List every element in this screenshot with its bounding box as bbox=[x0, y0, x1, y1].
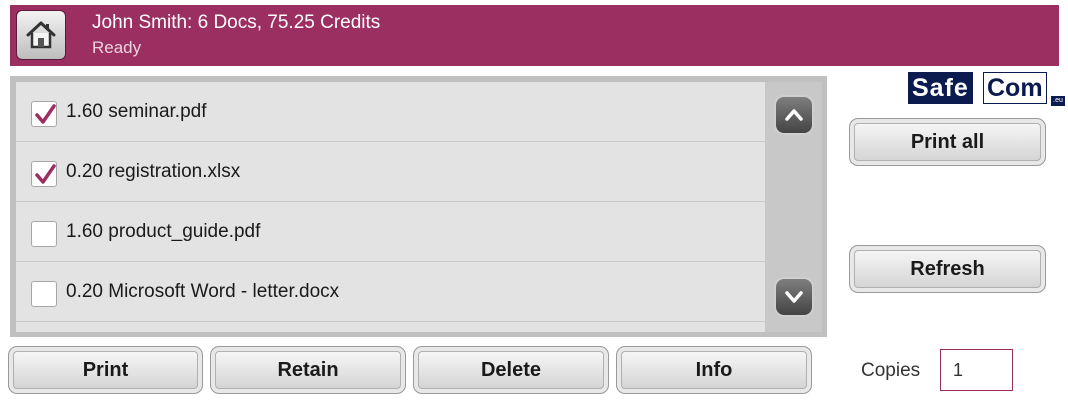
print-button[interactable]: Print bbox=[8, 346, 203, 394]
document-checkbox[interactable] bbox=[31, 161, 57, 187]
document-list: 1.60 seminar.pdf 0.20 registration.xlsx bbox=[16, 82, 765, 332]
scrollbar[interactable] bbox=[765, 82, 822, 332]
retain-button[interactable]: Retain bbox=[210, 346, 406, 394]
document-checkbox[interactable] bbox=[31, 101, 57, 127]
logo-com-text: Com bbox=[983, 72, 1047, 104]
document-label: 0.20 registration.xlsx bbox=[66, 161, 241, 182]
print-all-button[interactable]: Print all bbox=[849, 118, 1046, 166]
user-summary-title: John Smith: 6 Docs, 75.25 Credits bbox=[92, 12, 381, 33]
header-bar: John Smith: 6 Docs, 75.25 Credits Ready bbox=[10, 5, 1059, 66]
copies-label: Copies bbox=[861, 360, 921, 381]
logo-safe-text: Safe bbox=[908, 72, 973, 104]
document-label: 1.60 seminar.pdf bbox=[66, 101, 207, 122]
document-row[interactable]: 1.60 product_guide.pdf bbox=[16, 202, 765, 262]
document-row[interactable]: 1.60 seminar.pdf bbox=[16, 82, 765, 142]
info-button[interactable]: Info bbox=[616, 346, 812, 394]
check-icon bbox=[35, 104, 56, 124]
status-text: Ready bbox=[92, 38, 142, 57]
refresh-button[interactable]: Refresh bbox=[849, 245, 1046, 293]
document-checkbox[interactable] bbox=[31, 281, 57, 307]
chevron-up-icon bbox=[785, 109, 803, 121]
scroll-up-button[interactable] bbox=[774, 95, 814, 135]
safecom-logo: Safe Com .eu bbox=[908, 72, 1068, 112]
home-button[interactable] bbox=[16, 10, 66, 60]
delete-button[interactable]: Delete bbox=[413, 346, 609, 394]
logo-eu-text: .eu bbox=[1051, 96, 1065, 106]
document-list-panel: 1.60 seminar.pdf 0.20 registration.xlsx bbox=[10, 76, 827, 337]
safecom-print-screen: John Smith: 6 Docs, 75.25 Credits Ready … bbox=[0, 0, 1068, 401]
scroll-down-button[interactable] bbox=[774, 277, 814, 317]
document-row[interactable]: 0.20 registration.xlsx bbox=[16, 142, 765, 202]
document-label: 1.60 product_guide.pdf bbox=[66, 221, 261, 242]
document-list-inner: 1.60 seminar.pdf 0.20 registration.xlsx bbox=[16, 82, 822, 332]
chevron-down-icon bbox=[785, 291, 803, 303]
document-checkbox[interactable] bbox=[31, 221, 57, 247]
document-label: 0.20 Microsoft Word - letter.docx bbox=[66, 281, 340, 302]
document-row[interactable]: 0.20 Microsoft Word - letter.docx bbox=[16, 262, 765, 322]
check-icon bbox=[35, 164, 56, 184]
copies-input[interactable] bbox=[940, 349, 1013, 391]
home-icon bbox=[26, 21, 56, 49]
